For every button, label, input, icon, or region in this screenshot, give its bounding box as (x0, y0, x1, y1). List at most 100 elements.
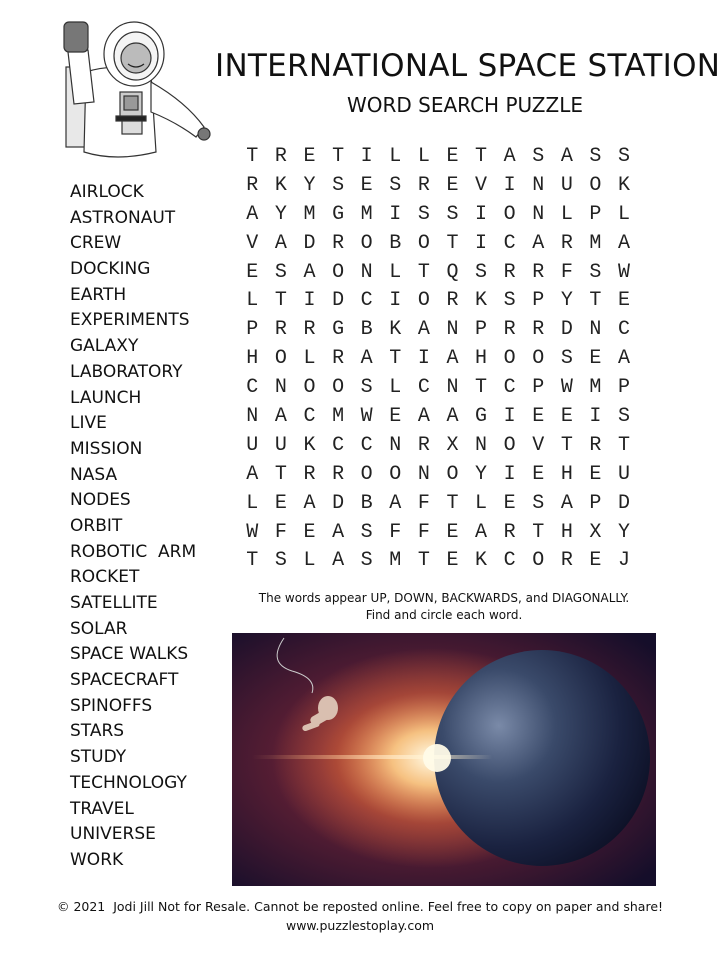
grid-cell[interactable]: R (495, 316, 524, 345)
grid-cell[interactable]: N (524, 172, 553, 201)
grid-cell[interactable]: C (324, 432, 353, 461)
grid-cell[interactable]: B (352, 316, 381, 345)
grid-cell[interactable]: F (381, 519, 410, 548)
grid-cell[interactable]: I (352, 143, 381, 172)
grid-cell[interactable]: I (467, 230, 496, 259)
grid-cell[interactable]: H (467, 345, 496, 374)
grid-cell[interactable]: T (467, 143, 496, 172)
grid-cell[interactable]: V (467, 172, 496, 201)
grid-cell[interactable]: S (610, 143, 639, 172)
grid-cell[interactable]: P (524, 287, 553, 316)
grid-cell[interactable]: A (467, 519, 496, 548)
grid-cell[interactable]: H (553, 461, 582, 490)
grid-cell[interactable]: P (581, 201, 610, 230)
grid-cell[interactable]: L (295, 345, 324, 374)
grid-cell[interactable]: A (410, 316, 439, 345)
grid-cell[interactable]: A (410, 403, 439, 432)
grid-cell[interactable]: V (238, 230, 267, 259)
grid-cell[interactable]: L (381, 374, 410, 403)
grid-cell[interactable]: N (352, 259, 381, 288)
grid-cell[interactable]: O (410, 287, 439, 316)
grid-cell[interactable]: T (410, 547, 439, 576)
grid-cell[interactable]: N (381, 432, 410, 461)
grid-cell[interactable]: T (467, 374, 496, 403)
grid-cell[interactable]: O (410, 230, 439, 259)
grid-cell[interactable]: E (524, 403, 553, 432)
grid-cell[interactable]: O (324, 259, 353, 288)
grid-cell[interactable]: A (324, 547, 353, 576)
grid-cell[interactable]: S (524, 143, 553, 172)
grid-cell[interactable]: E (438, 172, 467, 201)
grid-cell[interactable]: C (495, 547, 524, 576)
grid-cell[interactable]: L (238, 287, 267, 316)
grid-cell[interactable]: R (495, 259, 524, 288)
grid-cell[interactable]: H (553, 519, 582, 548)
grid-cell[interactable]: N (524, 201, 553, 230)
grid-cell[interactable]: R (238, 172, 267, 201)
grid-cell[interactable]: L (381, 259, 410, 288)
grid-cell[interactable]: S (324, 172, 353, 201)
grid-cell[interactable]: T (267, 287, 296, 316)
grid-cell[interactable]: A (381, 490, 410, 519)
grid-cell[interactable]: C (495, 374, 524, 403)
grid-cell[interactable]: R (438, 287, 467, 316)
grid-cell[interactable]: N (410, 461, 439, 490)
grid-cell[interactable]: S (410, 201, 439, 230)
grid-cell[interactable]: U (553, 172, 582, 201)
grid-cell[interactable]: W (352, 403, 381, 432)
grid-cell[interactable]: T (581, 287, 610, 316)
grid-cell[interactable]: U (267, 432, 296, 461)
grid-cell[interactable]: I (295, 287, 324, 316)
grid-cell[interactable]: V (524, 432, 553, 461)
grid-cell[interactable]: A (553, 143, 582, 172)
grid-cell[interactable]: S (524, 490, 553, 519)
grid-cell[interactable]: M (381, 547, 410, 576)
grid-cell[interactable]: I (467, 201, 496, 230)
grid-cell[interactable]: R (495, 519, 524, 548)
grid-cell[interactable]: F (410, 519, 439, 548)
grid-cell[interactable]: O (524, 547, 553, 576)
grid-cell[interactable]: N (438, 374, 467, 403)
grid-cell[interactable]: R (295, 316, 324, 345)
grid-cell[interactable]: S (267, 259, 296, 288)
grid-cell[interactable]: L (295, 547, 324, 576)
grid-cell[interactable]: S (610, 403, 639, 432)
grid-cell[interactable]: G (467, 403, 496, 432)
grid-cell[interactable]: L (467, 490, 496, 519)
grid-cell[interactable]: D (295, 230, 324, 259)
grid-cell[interactable]: S (581, 143, 610, 172)
grid-cell[interactable]: E (610, 287, 639, 316)
grid-cell[interactable]: R (553, 230, 582, 259)
grid-cell[interactable]: P (581, 490, 610, 519)
grid-cell[interactable]: T (238, 143, 267, 172)
grid-cell[interactable]: X (438, 432, 467, 461)
grid-cell[interactable]: E (238, 259, 267, 288)
grid-cell[interactable]: R (524, 259, 553, 288)
grid-cell[interactable]: C (410, 374, 439, 403)
grid-cell[interactable]: F (410, 490, 439, 519)
grid-cell[interactable]: K (467, 287, 496, 316)
grid-cell[interactable]: S (495, 287, 524, 316)
grid-cell[interactable]: K (467, 547, 496, 576)
grid-cell[interactable]: I (495, 403, 524, 432)
grid-cell[interactable]: O (495, 432, 524, 461)
grid-cell[interactable]: D (553, 316, 582, 345)
grid-cell[interactable]: O (524, 345, 553, 374)
grid-cell[interactable]: A (610, 345, 639, 374)
grid-cell[interactable]: O (352, 230, 381, 259)
grid-cell[interactable]: A (352, 345, 381, 374)
grid-cell[interactable]: N (438, 316, 467, 345)
grid-cell[interactable]: A (610, 230, 639, 259)
grid-cell[interactable]: R (553, 547, 582, 576)
grid-cell[interactable]: E (295, 519, 324, 548)
grid-cell[interactable]: B (352, 490, 381, 519)
grid-cell[interactable]: E (438, 519, 467, 548)
grid-cell[interactable]: T (324, 143, 353, 172)
grid-cell[interactable]: C (352, 432, 381, 461)
grid-cell[interactable]: T (238, 547, 267, 576)
grid-cell[interactable]: L (410, 143, 439, 172)
grid-cell[interactable]: U (610, 461, 639, 490)
grid-cell[interactable]: R (410, 432, 439, 461)
grid-cell[interactable]: T (438, 490, 467, 519)
grid-cell[interactable]: T (381, 345, 410, 374)
